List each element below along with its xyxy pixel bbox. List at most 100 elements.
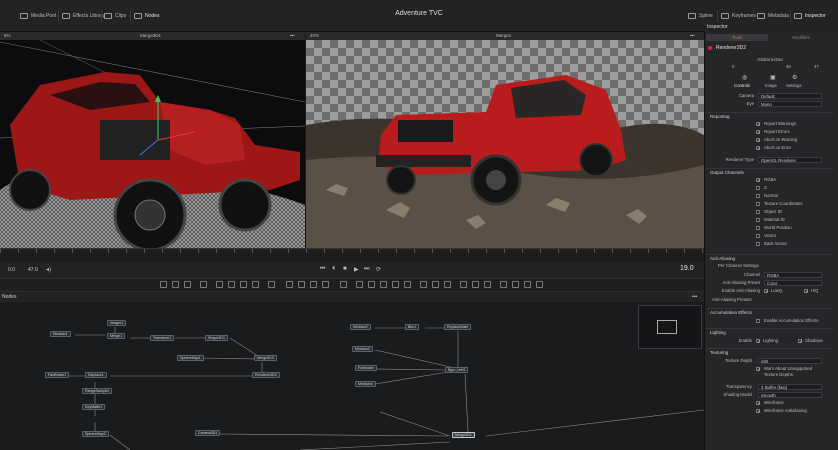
shading-model-select[interactable]: Smooth: [758, 392, 822, 398]
bspline-tool-icon[interactable]: [228, 281, 235, 288]
node-replacemate[interactable]: ReplaceMate: [444, 324, 472, 330]
node-bgm-reel1[interactable]: Bgm_reel1: [445, 367, 469, 373]
loader-tool-icon[interactable]: [500, 281, 507, 288]
nodes-menu-icon[interactable]: •••: [692, 292, 697, 302]
channel-rgba-checkbox[interactable]: [756, 177, 761, 185]
sub-tab-controls[interactable]: Controls: [734, 82, 750, 90]
saver-tool-icon[interactable]: [512, 281, 519, 288]
mediaout-tool-icon[interactable]: [484, 281, 491, 288]
node-navigator[interactable]: [638, 305, 702, 349]
blur-tool-icon[interactable]: [286, 281, 293, 288]
first-frame-icon[interactable]: ⏮: [320, 266, 325, 273]
render-start-time[interactable]: 0.0: [8, 267, 15, 273]
abort-warning-checkbox[interactable]: [756, 137, 761, 145]
lighting-checkbox[interactable]: [756, 338, 761, 346]
channel-select[interactable]: RGBA: [764, 272, 822, 278]
node-shape3d1[interactable]: Shape3D1: [205, 335, 228, 341]
text-tool-icon[interactable]: [184, 281, 191, 288]
texture-depth-select[interactable]: int8: [758, 358, 822, 364]
global-mid[interactable]: 48: [786, 63, 791, 71]
light3d-tool-icon[interactable]: [392, 281, 399, 288]
stop-icon[interactable]: ■: [343, 266, 347, 272]
aa-presets-row[interactable]: Anti-Aliasing Presets: [706, 296, 834, 304]
anti-aliasing-section[interactable]: Anti-Aliasing: [706, 254, 834, 262]
global-in[interactable]: 0: [732, 63, 734, 71]
sub-tab-image[interactable]: Image: [765, 82, 777, 90]
tool-color-icon[interactable]: [708, 46, 712, 50]
paint-tool-icon[interactable]: [172, 281, 179, 288]
node-merge3d1[interactable]: Merge3D1: [452, 432, 475, 438]
channel-backvector-checkbox[interactable]: [756, 242, 760, 246]
lighting-section[interactable]: Lighting: [706, 328, 834, 336]
rectangle-tool-icon[interactable]: [240, 281, 247, 288]
node-renderer3d4[interactable]: Renderer3D4: [252, 372, 280, 378]
macro-tool-icon[interactable]: [524, 281, 531, 288]
inspector-button[interactable]: Inspector: [794, 11, 826, 21]
tab-modifiers[interactable]: Modifiers: [770, 34, 832, 41]
renderer3d-tool-icon[interactable]: [404, 281, 411, 288]
viewer-left-zoom[interactable]: 8%: [4, 32, 11, 40]
node-camera3d1[interactable]: Camera3D1: [195, 430, 221, 436]
tracker-tool-icon[interactable]: [322, 281, 329, 288]
merge3d-tool-icon[interactable]: [368, 281, 375, 288]
play-icon[interactable]: ▶: [354, 266, 359, 273]
node-rangesampler[interactable]: RangeSampler: [82, 388, 112, 394]
channel-normal-checkbox[interactable]: [756, 194, 760, 198]
settings-icon[interactable]: ⚙: [792, 74, 797, 82]
mask-tool-icon[interactable]: [460, 281, 467, 288]
viewer-right-zoom[interactable]: 40%: [310, 32, 319, 40]
report-errors-checkbox[interactable]: [756, 129, 761, 137]
audio-icon[interactable]: ◂): [46, 266, 51, 273]
node-mediain3[interactable]: Mediain3: [352, 346, 373, 352]
background-tool-icon[interactable]: [160, 281, 167, 288]
node-merge1[interactable]: Merge1: [107, 333, 126, 339]
node-blur1[interactable]: Blur1: [405, 324, 420, 330]
last-frame-icon[interactable]: ⏭: [364, 266, 369, 273]
node-spheremap1[interactable]: SphereMap1: [177, 355, 204, 361]
texturing-section[interactable]: Texturing: [706, 348, 834, 356]
aa-preset-select[interactable]: Color: [764, 280, 822, 286]
node-displace1[interactable]: Displace1: [85, 372, 107, 378]
channel-materialid-checkbox[interactable]: [756, 218, 760, 222]
current-time[interactable]: 19.0: [680, 265, 694, 272]
node-merge3d3[interactable]: Merge3D3: [254, 355, 277, 361]
keyframes-button[interactable]: Keyframes: [721, 11, 756, 21]
eye-select[interactable]: Mono: [758, 101, 822, 107]
shape3d-tool-icon[interactable]: [356, 281, 363, 288]
shadows-checkbox[interactable]: [798, 338, 803, 346]
transform-tool-icon[interactable]: [310, 281, 317, 288]
abort-error-checkbox[interactable]: [756, 145, 761, 153]
controls-icon[interactable]: ◍: [742, 74, 747, 82]
brush-tool-icon[interactable]: [200, 281, 207, 288]
merge-tool-icon[interactable]: [268, 281, 275, 288]
node-mediain4[interactable]: Mediain4: [355, 381, 376, 387]
color-tool-icon[interactable]: [298, 281, 305, 288]
node-keymatte1[interactable]: KeyMatte1: [82, 404, 106, 410]
render-end-time[interactable]: 47.0: [28, 267, 38, 273]
viewer-left[interactable]: [0, 40, 305, 248]
tab-tools[interactable]: Tools: [706, 34, 768, 41]
wireframe-aa-checkbox[interactable]: [756, 408, 761, 416]
node-fastnoise1[interactable]: FastNoise1: [45, 372, 70, 378]
node-graph[interactable]: Imager1 Merge1 Mediain1 Transform1 Shape…: [0, 302, 704, 450]
polygon-tool-icon[interactable]: [216, 281, 223, 288]
channel-z-checkbox[interactable]: [756, 186, 760, 190]
node-spheremap3[interactable]: SphereMap3: [82, 431, 109, 437]
channel-objectid-checkbox[interactable]: [756, 210, 760, 214]
global-out[interactable]: 47: [814, 63, 819, 71]
navigator-viewport[interactable]: [657, 320, 677, 334]
fbx-tool-icon[interactable]: [444, 281, 451, 288]
channel-worldpos-checkbox[interactable]: [756, 226, 760, 230]
enable-aa-hiq-checkbox[interactable]: [804, 288, 809, 296]
viewer-menu-icon[interactable]: •••: [690, 32, 695, 40]
step-back-icon[interactable]: ⏴: [332, 266, 335, 273]
image-icon[interactable]: ▣: [770, 74, 776, 82]
channel-vector-checkbox[interactable]: [756, 234, 760, 238]
particle-tool-icon[interactable]: [340, 281, 347, 288]
transparency-select[interactable]: Z Buffer (fast): [758, 384, 822, 390]
enable-accumulation-checkbox[interactable]: [756, 319, 760, 323]
enable-aa-lowq-checkbox[interactable]: [764, 288, 769, 296]
output-channels-section[interactable]: Output Channels: [706, 168, 834, 176]
spline-button[interactable]: Spline: [688, 11, 713, 21]
channel-texcoord-checkbox[interactable]: [756, 202, 760, 206]
